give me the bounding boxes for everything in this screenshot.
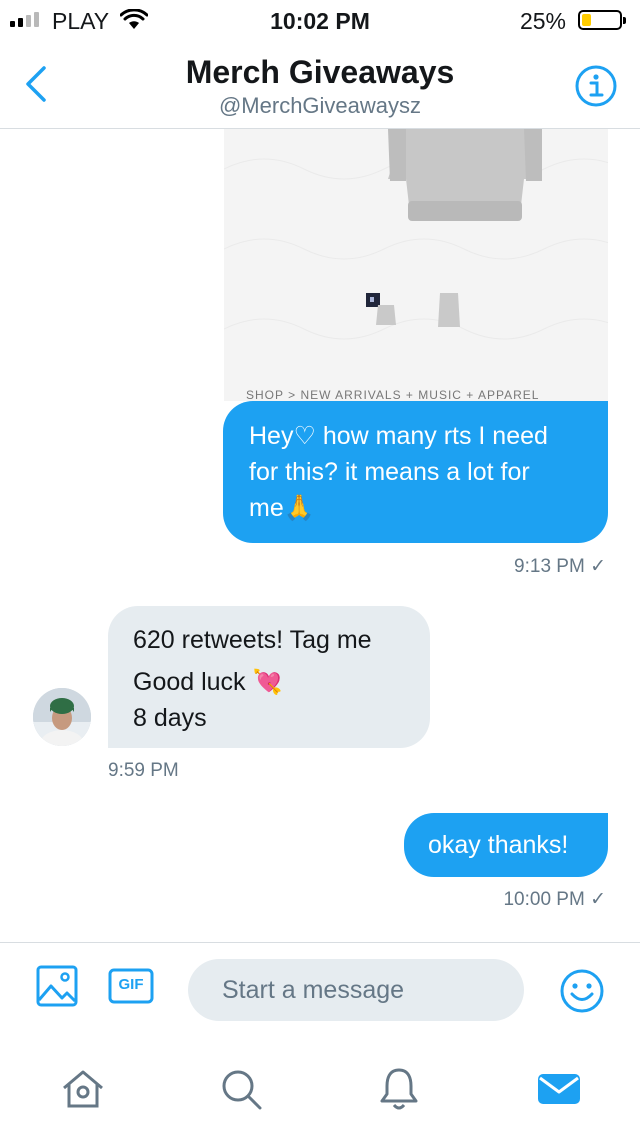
message-timestamp: 9:59 PM <box>108 760 179 781</box>
message-bubble-outgoing[interactable]: okay thanks! <box>404 813 608 877</box>
message-text-line: for this? it means a lot for <box>249 458 530 486</box>
message-text: okay thanks! <box>428 831 569 859</box>
message-timestamp: 10:00 PM ✓ <box>503 889 606 910</box>
sweatshirt-image <box>224 129 608 401</box>
message-text-line: Good luck <box>133 668 246 696</box>
conversation-handle: @MerchGiveawaysz <box>218 93 422 118</box>
shared-product-image[interactable]: SHOP > NEW ARRIVALS + MUSIC + APPAREL <box>224 129 608 401</box>
photo-icon[interactable] <box>36 965 78 1007</box>
product-breadcrumb: SHOP > NEW ARRIVALS + MUSIC + APPAREL <box>246 388 540 401</box>
messages-icon[interactable] <box>534 1064 584 1114</box>
message-timestamp: 9:13 PM ✓ <box>514 556 606 577</box>
conversation-header: Merch Giveaways @MerchGiveawaysz <box>0 40 640 129</box>
tab-bar <box>0 1038 640 1136</box>
notifications-icon[interactable] <box>374 1064 424 1114</box>
gif-icon[interactable]: GIF <box>108 968 154 1004</box>
message-bubble-outgoing[interactable]: Hey♡ how many rts I need for this? it me… <box>223 401 608 543</box>
heart-with-arrow-emoji: 💘 <box>252 668 283 696</box>
emoji-smile-icon[interactable] <box>558 967 606 1015</box>
message-input[interactable] <box>188 959 524 1021</box>
status-bar: PLAY 10:02 PM 25% <box>0 0 640 40</box>
message-text-line: 8 days <box>133 704 207 732</box>
message-text-line-2: Good luck 💘 <box>133 664 412 700</box>
message-text-line-3: me🙏 <box>249 490 588 526</box>
avatar[interactable] <box>33 688 91 746</box>
info-icon[interactable] <box>574 64 618 108</box>
search-icon[interactable] <box>216 1064 266 1114</box>
conversation-title: Merch Giveaways <box>185 54 455 90</box>
message-bubble-incoming[interactable]: 620 retweets! Tag me Good luck 💘 8 days <box>108 606 430 748</box>
message-text-line: 620 retweets! Tag me <box>133 626 372 654</box>
home-icon[interactable] <box>58 1064 108 1114</box>
message-text-line: Hey♡ how many rts I need <box>249 422 548 450</box>
message-composer: GIF <box>0 942 640 1039</box>
message-text-line: me <box>249 494 284 522</box>
battery-percent: 25% <box>519 8 566 34</box>
gif-label: GIF <box>118 976 144 993</box>
battery-icon <box>578 10 626 30</box>
praying-hands-emoji: 🙏 <box>283 493 315 522</box>
